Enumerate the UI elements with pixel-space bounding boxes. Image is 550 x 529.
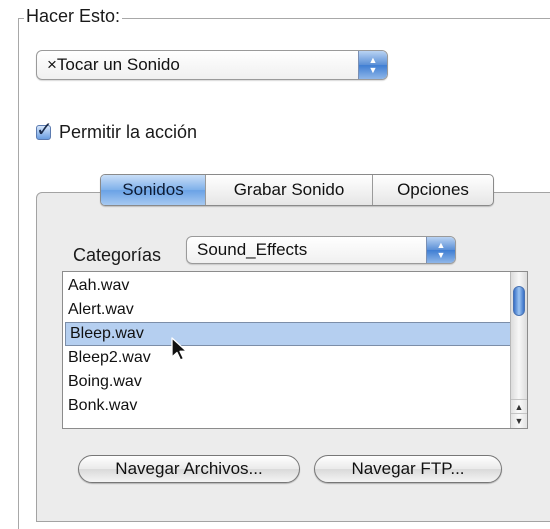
list-item[interactable]: Alert.wav	[63, 298, 511, 322]
tab-sounds[interactable]: Sonidos	[101, 175, 205, 205]
list-item[interactable]: Bleep2.wav	[63, 346, 511, 370]
category-label: Categorías	[73, 245, 162, 265]
mouse-pointer-icon	[171, 337, 188, 361]
tab-options[interactable]: Opciones	[372, 175, 493, 205]
category-popup-value: Sound_Effects	[197, 240, 308, 259]
window: Hacer Esto: ×Tocar un Sonido ▲ ▼ ✓ Permit…	[0, 0, 550, 529]
scroll-down-arrow-icon[interactable]: ▼	[511, 413, 527, 428]
scroll-thumb[interactable]	[513, 286, 525, 316]
up-down-arrows-icon: ▲ ▼	[358, 51, 387, 79]
do-this-group-title: Hacer Esto:	[24, 6, 123, 27]
tab-record-sound[interactable]: Grabar Sonido	[205, 175, 372, 205]
action-popup[interactable]: ×Tocar un Sonido ▲ ▼	[36, 50, 388, 80]
up-down-arrows-icon: ▲ ▼	[426, 237, 455, 263]
category-popup[interactable]: Sound_Effects ▲ ▼	[186, 236, 456, 264]
checkmark-icon: ✓	[36, 119, 53, 141]
allow-action-label: Permitir la acción	[59, 122, 198, 142]
allow-action-checkbox-row[interactable]: ✓ Permitir la acción	[36, 119, 198, 143]
browse-ftp-button[interactable]: Navegar FTP...	[314, 455, 502, 483]
list-scrollbar[interactable]: ▲ ▼	[510, 272, 527, 428]
list-item[interactable]: Aah.wav	[63, 274, 511, 298]
list-item[interactable]: Boing.wav	[63, 370, 511, 394]
allow-action-checkbox[interactable]: ✓	[36, 119, 53, 141]
scroll-up-arrow-icon[interactable]: ▲	[511, 399, 527, 414]
list-item-selected[interactable]: Bleep.wav	[65, 322, 515, 346]
sound-list[interactable]: Aah.wav Alert.wav Bleep.wav Bleep2.wav B…	[62, 271, 528, 429]
tab-bar: Sonidos Grabar Sonido Opciones	[100, 174, 494, 206]
browse-files-button[interactable]: Navegar Archivos...	[78, 455, 300, 483]
list-item[interactable]: Bonk.wav	[63, 394, 511, 418]
action-popup-value: ×Tocar un Sonido	[47, 55, 180, 74]
